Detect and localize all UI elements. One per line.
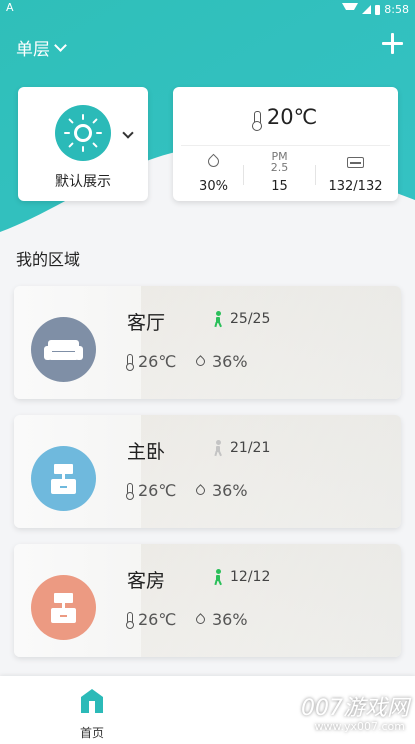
scene-card[interactable]: 默认展示 [18, 87, 148, 201]
thermometer-icon [125, 612, 134, 629]
devices-value: 132/132 [328, 179, 383, 194]
humidity-drop-icon [194, 613, 207, 626]
bed-lamp-icon [31, 446, 96, 511]
watermark-url: www.yx007.com [314, 720, 405, 733]
chevron-down-icon [54, 39, 67, 52]
floor-selector[interactable]: 单层 [16, 35, 67, 60]
battery-icon [375, 4, 381, 15]
sun-icon [55, 105, 111, 161]
devices-stat: 132/132 [318, 151, 393, 194]
scene-label: 默认展示 [55, 174, 111, 190]
device-count: 12/12 [230, 569, 271, 585]
pm25-icon: PM 2.5 [270, 150, 289, 174]
person-icon [212, 569, 224, 586]
humidity-value: 30% [199, 179, 228, 194]
status-time: 8:58 [384, 3, 409, 16]
temperature-value: 20℃ [266, 105, 318, 129]
wifi-icon [342, 3, 359, 18]
home-icon[interactable] [80, 688, 104, 714]
humidity-stat: 30% [176, 151, 251, 194]
thermometer-icon [125, 354, 134, 371]
temperature-readout: 20℃ [173, 105, 398, 131]
humidity-drop-icon [194, 484, 207, 497]
air-conditioner-icon [347, 157, 364, 168]
room-humidity: 36% [194, 610, 248, 629]
room-card-master-bedroom[interactable]: 主卧 21/21 26℃ 36% [14, 415, 401, 528]
room-temperature: 26℃ [125, 610, 176, 629]
room-humidity: 36% [194, 352, 248, 371]
device-count: 25/25 [230, 311, 271, 327]
pm25-stat: PM 2.5 15 [242, 151, 317, 194]
room-name: 客厅 [127, 312, 166, 334]
watermark-text: 007游戏网 [301, 696, 409, 721]
room-temperature: 26℃ [125, 481, 176, 500]
chevron-down-icon[interactable] [122, 127, 134, 139]
pm25-value: 15 [271, 179, 288, 194]
humidity-drop-icon [205, 153, 222, 170]
thermometer-icon [251, 111, 262, 131]
room-temperature: 26℃ [125, 352, 176, 371]
person-icon [212, 440, 224, 457]
person-icon [212, 311, 224, 328]
room-name: 客房 [127, 570, 166, 592]
floor-label: 单层 [16, 40, 50, 60]
room-name: 主卧 [127, 441, 166, 463]
humidity-drop-icon [194, 355, 207, 368]
tab-home-label[interactable]: 首页 [70, 724, 114, 741]
toolbar: 单层 [0, 28, 415, 64]
thermometer-icon [125, 483, 134, 500]
device-count: 21/21 [230, 440, 271, 456]
signal-icon [362, 5, 372, 14]
status-bar: A 8:58 [0, 0, 415, 16]
divider [315, 165, 316, 185]
section-title: 我的区域 [16, 250, 81, 269]
room-humidity: 36% [194, 481, 248, 500]
room-card-living[interactable]: 客厅 25/25 26℃ 36% [14, 286, 401, 399]
environment-card: 20℃ 30% PM 2.5 15 132/132 [173, 87, 398, 201]
room-card-guest-room[interactable]: 客房 12/12 26℃ 36% [14, 544, 401, 657]
divider [181, 145, 390, 146]
plus-icon[interactable] [382, 32, 406, 56]
status-app-glyph: A [6, 1, 14, 14]
bed-lamp-icon [31, 575, 96, 640]
sofa-icon [31, 317, 96, 382]
